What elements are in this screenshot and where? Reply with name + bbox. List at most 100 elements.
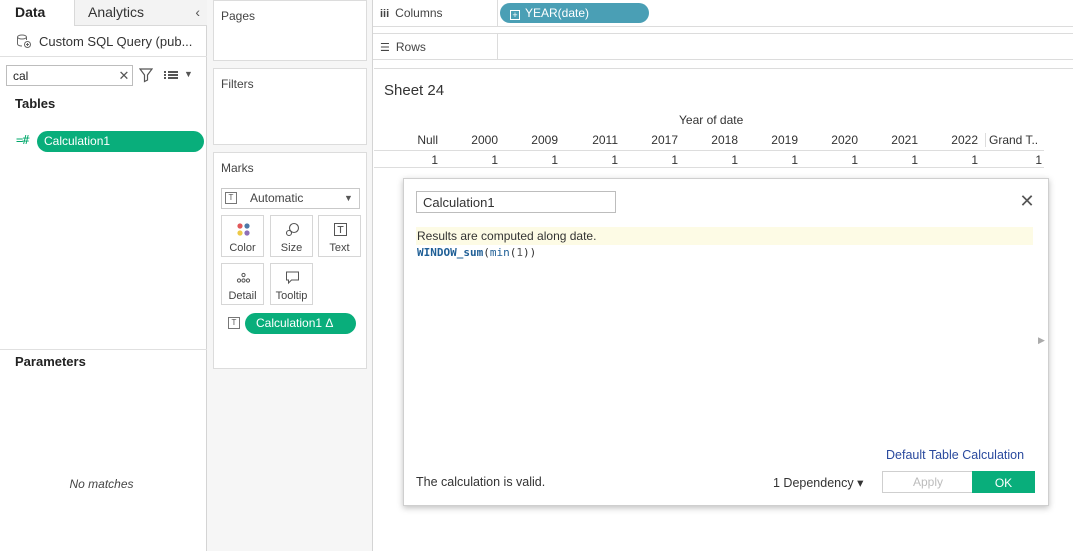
columns-icon: iii [380,8,390,20]
year-column-headers: Null 2000 2009 2011 2017 2018 2019 2020 2021 2022 [374,133,1044,149]
calculation-name-input[interactable] [416,191,616,213]
color-label: Color [229,242,256,254]
apply-button[interactable]: Apply [882,471,974,493]
datasource-name: Custom SQL Query (pub... [39,33,193,49]
mark-field-calculation1[interactable]: Calculation1 Δ [245,313,356,334]
divider [0,56,207,57]
divider [0,349,207,350]
formula-argument: 1 [516,246,523,259]
year-column-header[interactable]: 2011 [558,133,618,147]
year-column-header[interactable]: 2020 [798,133,858,147]
year-column-header[interactable]: 2017 [618,133,678,147]
validation-status: The calculation is valid. [416,475,546,489]
cell-value[interactable]: 1 [378,153,438,167]
sheet-title: Sheet 24 [384,82,445,99]
pages-title: Pages [221,9,256,23]
cell-value[interactable]: 1 [558,153,618,167]
tab-analytics-label: Analytics [88,4,145,20]
year-column-header[interactable]: 2009 [498,133,558,147]
pages-card[interactable]: Pages [213,0,367,61]
marks-title: Marks [221,161,254,175]
dependency-dropdown[interactable]: 1 Dependency ▾ [773,475,863,490]
cell-value[interactable]: 1 [498,153,558,167]
detail-button[interactable]: Detail [221,263,264,305]
parameters-header: Parameters [15,354,86,369]
view-list-icon[interactable] [163,68,179,82]
calculation-editor-dialog: ✕ Results are computed along date. WINDO… [403,178,1049,506]
chevron-down-icon[interactable]: ▼ [344,188,353,209]
value-row: 1111111111 1 [374,150,1044,168]
color-button[interactable]: Color [221,215,264,257]
tooltip-button[interactable]: Tooltip [270,263,313,305]
close-icon[interactable]: ✕ [1018,192,1036,210]
clear-search-icon[interactable]: ✕ [117,66,131,85]
datasource-item[interactable]: Custom SQL Query (pub... [16,32,201,50]
year-column-header[interactable]: Null [378,133,438,147]
color-icon [236,222,251,237]
formula-paren: ( [483,246,490,259]
tables-header: Tables [15,96,56,111]
datasource-icon [16,33,32,49]
filters-title: Filters [221,77,254,91]
tab-analytics[interactable]: Analytics ‹ [74,0,207,26]
year-column-header[interactable]: 2022 [918,133,978,147]
rows-icon: ☰ [380,42,390,54]
expand-panel-icon[interactable]: ▶ [1038,335,1045,346]
detail-icon [236,270,251,285]
year-date-label: YEAR(date) [525,6,590,20]
tab-data[interactable]: Data [0,0,74,26]
tooltip-label: Tooltip [275,290,308,302]
cell-value[interactable]: 1 [918,153,978,167]
chevron-down-icon[interactable]: ▼ [184,66,193,83]
columns-label: Columns [395,6,443,20]
grand-total-header[interactable]: Grand T.. [985,133,1043,147]
year-column-header[interactable]: 2021 [858,133,918,147]
default-table-calculation-link[interactable]: Default Table Calculation [886,448,1024,462]
year-column-header[interactable]: 2000 [438,133,498,147]
pane-tabs: Data Analytics ‹ [0,0,207,26]
columns-shelf[interactable]: iii Columns + YEAR(date) [373,0,1073,27]
calculation-hint: Results are computed along date. [416,227,1033,245]
size-icon [285,222,300,237]
text-button[interactable]: Text [318,215,361,257]
text-mark-icon: T [225,192,237,204]
cell-value[interactable]: 1 [618,153,678,167]
cell-value[interactable]: 1 [438,153,498,167]
filter-icon[interactable] [138,67,154,83]
text-icon [333,222,348,237]
filters-card[interactable]: Filters [213,68,367,145]
formula-inner-function: min [489,246,510,259]
size-label: Size [280,242,303,254]
cell-value[interactable]: 1 [858,153,918,167]
grand-total-value[interactable]: 1 [982,153,1042,167]
marks-card: Marks Automatic T ▼ Color Size Text Deta… [213,152,367,369]
mark-type-dropdown[interactable]: Automatic [221,188,360,209]
rows-shelf[interactable]: ☰ Rows [373,33,1073,60]
expand-plus-icon[interactable]: + [510,10,520,20]
size-button[interactable]: Size [270,215,313,257]
field-search-input[interactable] [6,65,133,86]
no-matches-text: No matches [69,477,134,491]
text-encoding-icon: T [228,317,240,329]
formula-function: WINDOW_sum [417,246,484,259]
ok-button[interactable]: OK [972,471,1035,493]
field-calculation1[interactable]: Calculation1 [37,131,204,152]
formula-editor[interactable]: WINDOW_sum(min(1)) [417,246,536,259]
cards-pane: Pages Filters Marks Automatic T ▼ Color … [207,0,373,551]
cell-value[interactable]: 1 [678,153,738,167]
formula-paren: )) [522,246,537,259]
data-pane: Data Analytics ‹ Custom SQL Query (pub..… [0,0,207,551]
rows-label: Rows [395,40,426,54]
columns-shelf-label: iii Columns [373,0,498,26]
rows-shelf-label: ☰ Rows [373,34,498,59]
column-header-title: Year of date [679,113,744,127]
calculated-measure-icon: =# [16,133,29,147]
cell-value[interactable]: 1 [798,153,858,167]
year-date-pill[interactable]: + YEAR(date) [500,3,649,23]
chevron-left-icon[interactable]: ‹ [195,0,200,25]
text-label: Text [329,242,350,254]
year-column-header[interactable]: 2019 [738,133,798,147]
detail-label: Detail [228,290,257,302]
cell-value[interactable]: 1 [738,153,798,167]
year-column-header[interactable]: 2018 [678,133,738,147]
